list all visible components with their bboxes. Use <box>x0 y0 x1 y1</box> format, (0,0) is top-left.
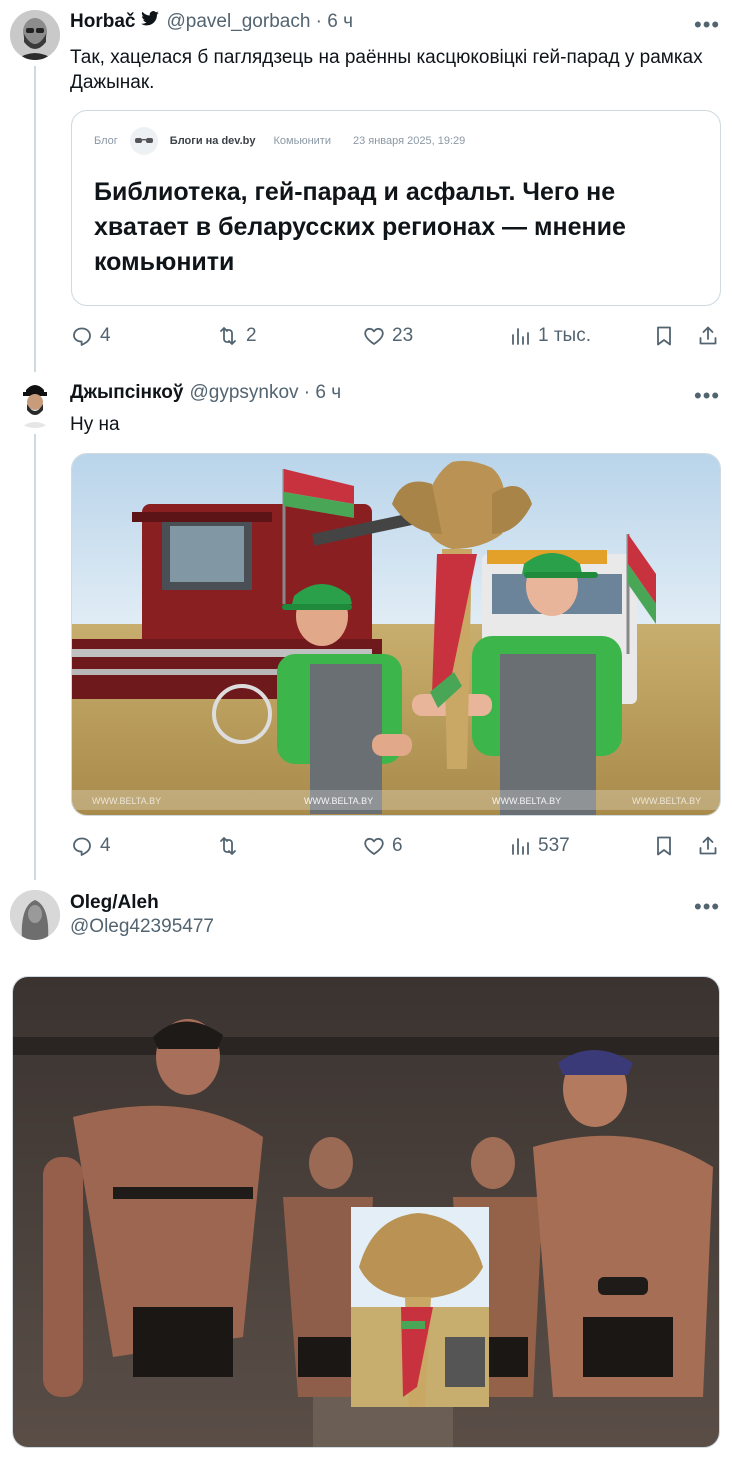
harvest-photo: WWW.BELTA.BY WWW.BELTA.BY WWW.BELTA.BY W… <box>72 454 720 815</box>
like-button[interactable]: 23 <box>362 324 413 348</box>
avatar-portrait <box>10 10 60 60</box>
card-meta: Блог Блоги на dev.by Комьюнити 23 января… <box>94 127 465 155</box>
handle-time[interactable]: @gypsynkov · 6 ч <box>189 382 341 404</box>
handle[interactable]: @Oleg42395477 <box>70 916 214 938</box>
watermark: WWW.BELTA.BY <box>632 796 701 806</box>
share-button[interactable] <box>696 324 720 348</box>
bookmark-icon <box>657 836 671 856</box>
tweet-text: Ну на <box>70 414 120 435</box>
more-icon[interactable]: ••• <box>694 896 720 918</box>
avatar[interactable] <box>10 378 60 428</box>
bookmark-icon <box>657 326 671 346</box>
thread-line <box>34 434 36 880</box>
reply-icon <box>73 327 91 346</box>
card-title: Библиотека, гей-парад и асфальт. Чего не… <box>94 178 626 276</box>
thread-line <box>34 66 36 372</box>
inset-wheat-photo <box>351 1207 489 1407</box>
card-category: Комьюнити <box>273 135 331 147</box>
tweet-text: Так, хацелася б паглядзець на раённы кас… <box>70 47 703 93</box>
card-source: Блоги на dev.by <box>169 135 256 147</box>
heart-icon <box>364 837 384 855</box>
tweet-header: Oleg/Aleh <box>70 892 159 914</box>
display-name[interactable]: Oleg/Aleh <box>70 892 159 914</box>
avatar-cartoon <box>10 378 60 428</box>
reply-button[interactable]: 4 <box>70 324 111 348</box>
handle-time[interactable]: @pavel_gorbach · 6 ч <box>166 11 353 33</box>
reply-count: 4 <box>100 325 111 346</box>
group-photo <box>13 977 719 1447</box>
retweet-icon <box>220 837 236 855</box>
reply-button[interactable]: 4 <box>70 834 111 858</box>
reply-icon <box>73 837 91 856</box>
retweet-button[interactable]: 2 <box>216 324 257 348</box>
share-icon <box>699 326 717 345</box>
tweet-handle-row: @Oleg42395477 <box>70 916 214 938</box>
tweet-header: Джыпсінкоў @gypsynkov · 6 ч <box>70 382 341 404</box>
reply-count: 4 <box>100 835 111 856</box>
share-icon <box>699 836 717 855</box>
views-count: 1 тыс. <box>538 325 591 346</box>
like-count: 23 <box>392 325 414 346</box>
heart-icon <box>364 327 384 345</box>
display-name[interactable]: Horbač <box>70 11 135 33</box>
tweet-actions: 4 2 23 1 тыс. <box>70 324 722 354</box>
views-icon <box>512 328 529 345</box>
more-icon[interactable]: ••• <box>694 14 720 36</box>
link-card[interactable]: Блог Блоги на dev.by Комьюнити 23 января… <box>71 110 721 306</box>
bookmark-button[interactable] <box>652 324 676 348</box>
watermark: WWW.BELTA.BY <box>492 796 561 806</box>
views-button[interactable]: 537 <box>508 834 570 858</box>
avatar[interactable] <box>10 10 60 60</box>
like-button[interactable]: 6 <box>362 834 403 858</box>
watermark: WWW.BELTA.BY <box>92 796 161 806</box>
bookmark-button[interactable] <box>652 834 676 858</box>
tweet-actions: 4 6 537 <box>70 834 722 864</box>
views-count: 537 <box>538 835 570 856</box>
watermark: WWW.BELTA.BY <box>304 796 373 806</box>
views-icon <box>512 838 529 855</box>
retweet-count: 2 <box>246 325 257 346</box>
tweet-photo[interactable] <box>12 976 720 1448</box>
retweet-icon <box>220 327 236 345</box>
views-button[interactable]: 1 тыс. <box>508 324 591 348</box>
display-name[interactable]: Джыпсінкоў <box>70 382 183 404</box>
tweet-photo[interactable]: WWW.BELTA.BY WWW.BELTA.BY WWW.BELTA.BY W… <box>71 453 721 816</box>
retweet-button[interactable] <box>216 834 246 858</box>
share-button[interactable] <box>696 834 720 858</box>
more-icon[interactable]: ••• <box>694 385 720 407</box>
avatar[interactable] <box>10 890 60 940</box>
avatar-long-hair <box>10 890 60 940</box>
card-date: 23 января 2025, 19:29 <box>352 135 466 147</box>
sunglasses-icon <box>129 127 158 155</box>
card-section: Блог <box>94 135 118 147</box>
tweet-header: Horbač @pavel_gorbach · 6 ч <box>70 11 353 33</box>
bird-icon <box>140 11 160 27</box>
like-count: 6 <box>392 835 403 856</box>
